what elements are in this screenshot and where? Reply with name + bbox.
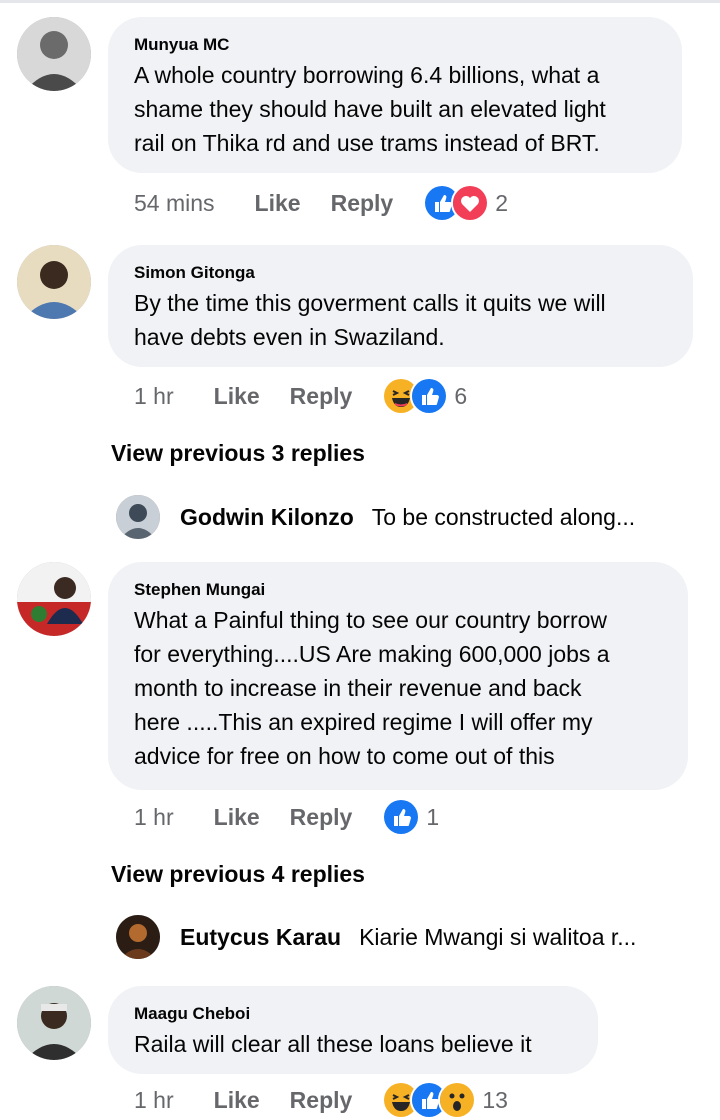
view-previous-replies[interactable]: View previous 3 replies — [111, 440, 365, 467]
avatar — [116, 915, 160, 959]
reaction-summary[interactable]: 6 — [382, 377, 467, 415]
timestamp[interactable]: 1 hr — [134, 804, 174, 831]
like-button[interactable]: Like — [214, 1087, 260, 1114]
comment-text: By the time this goverment calls it quit… — [134, 290, 606, 350]
reply-preview[interactable]: Eutycus Karau Kiarie Mwangi si walitoa r… — [116, 914, 696, 960]
view-previous-replies[interactable]: View previous 4 replies — [111, 861, 365, 888]
like-icon — [382, 798, 421, 836]
comment-author[interactable]: Simon Gitonga — [134, 263, 667, 283]
reply-button[interactable]: Reply — [290, 383, 353, 410]
timestamp[interactable]: 54 mins — [134, 190, 215, 217]
comment-text: A whole country borrowing 6.4 billions, … — [134, 62, 606, 156]
reaction-count: 2 — [495, 189, 509, 216]
love-icon — [451, 184, 490, 222]
reply-snippet: Kiarie Mwangi si walitoa r... — [359, 923, 637, 950]
reply-button[interactable]: Reply — [290, 1087, 353, 1114]
comment-bubble: Munyua MC A whole country borrowing 6.4 … — [108, 17, 682, 173]
reply-snippet: To be constructed along... — [371, 503, 636, 530]
top-divider — [0, 0, 720, 3]
wow-icon — [438, 1081, 477, 1119]
comment-actions: 1 hr Like Reply 6 — [134, 376, 467, 416]
comment-actions: 1 hr Like Reply 13 — [134, 1080, 508, 1120]
reaction-count: 6 — [454, 382, 468, 409]
comment-text: What a Painful thing to see our country … — [134, 607, 610, 769]
avatar[interactable] — [17, 986, 91, 1060]
like-icon — [410, 377, 449, 415]
reply-author[interactable]: Godwin Kilonzo — [180, 504, 354, 531]
avatar[interactable] — [17, 17, 91, 91]
comment-author[interactable]: Maagu Cheboi — [134, 1004, 572, 1024]
reaction-count: 13 — [482, 1086, 508, 1113]
reply-author[interactable]: Eutycus Karau — [180, 924, 341, 951]
avatar[interactable] — [17, 245, 91, 319]
comment-bubble: Maagu Cheboi Raila will clear all these … — [108, 986, 598, 1074]
comment-bubble: Stephen Mungai What a Painful thing to s… — [108, 562, 688, 790]
like-button[interactable]: Like — [214, 383, 260, 410]
like-button[interactable]: Like — [214, 804, 260, 831]
reaction-summary[interactable]: 13 — [382, 1081, 508, 1119]
comment-bubble: Simon Gitonga By the time this goverment… — [108, 245, 693, 367]
reply-preview[interactable]: Godwin Kilonzo To be constructed along..… — [116, 494, 696, 540]
comment-text: Raila will clear all these loans believe… — [134, 1031, 532, 1057]
like-button[interactable]: Like — [255, 190, 301, 217]
comment-actions: 1 hr Like Reply 1 — [134, 797, 439, 837]
avatar — [116, 495, 160, 539]
timestamp[interactable]: 1 hr — [134, 383, 174, 410]
reaction-summary[interactable]: 1 — [382, 798, 439, 836]
comment-actions: 54 mins Like Reply 2 — [134, 183, 508, 223]
timestamp[interactable]: 1 hr — [134, 1087, 174, 1114]
comment-author[interactable]: Stephen Mungai — [134, 580, 662, 600]
reaction-count: 1 — [426, 803, 440, 830]
reaction-summary[interactable]: 2 — [423, 184, 508, 222]
reply-button[interactable]: Reply — [331, 190, 394, 217]
reply-button[interactable]: Reply — [290, 804, 353, 831]
avatar[interactable] — [17, 562, 91, 636]
comment-author[interactable]: Munyua MC — [134, 35, 656, 55]
